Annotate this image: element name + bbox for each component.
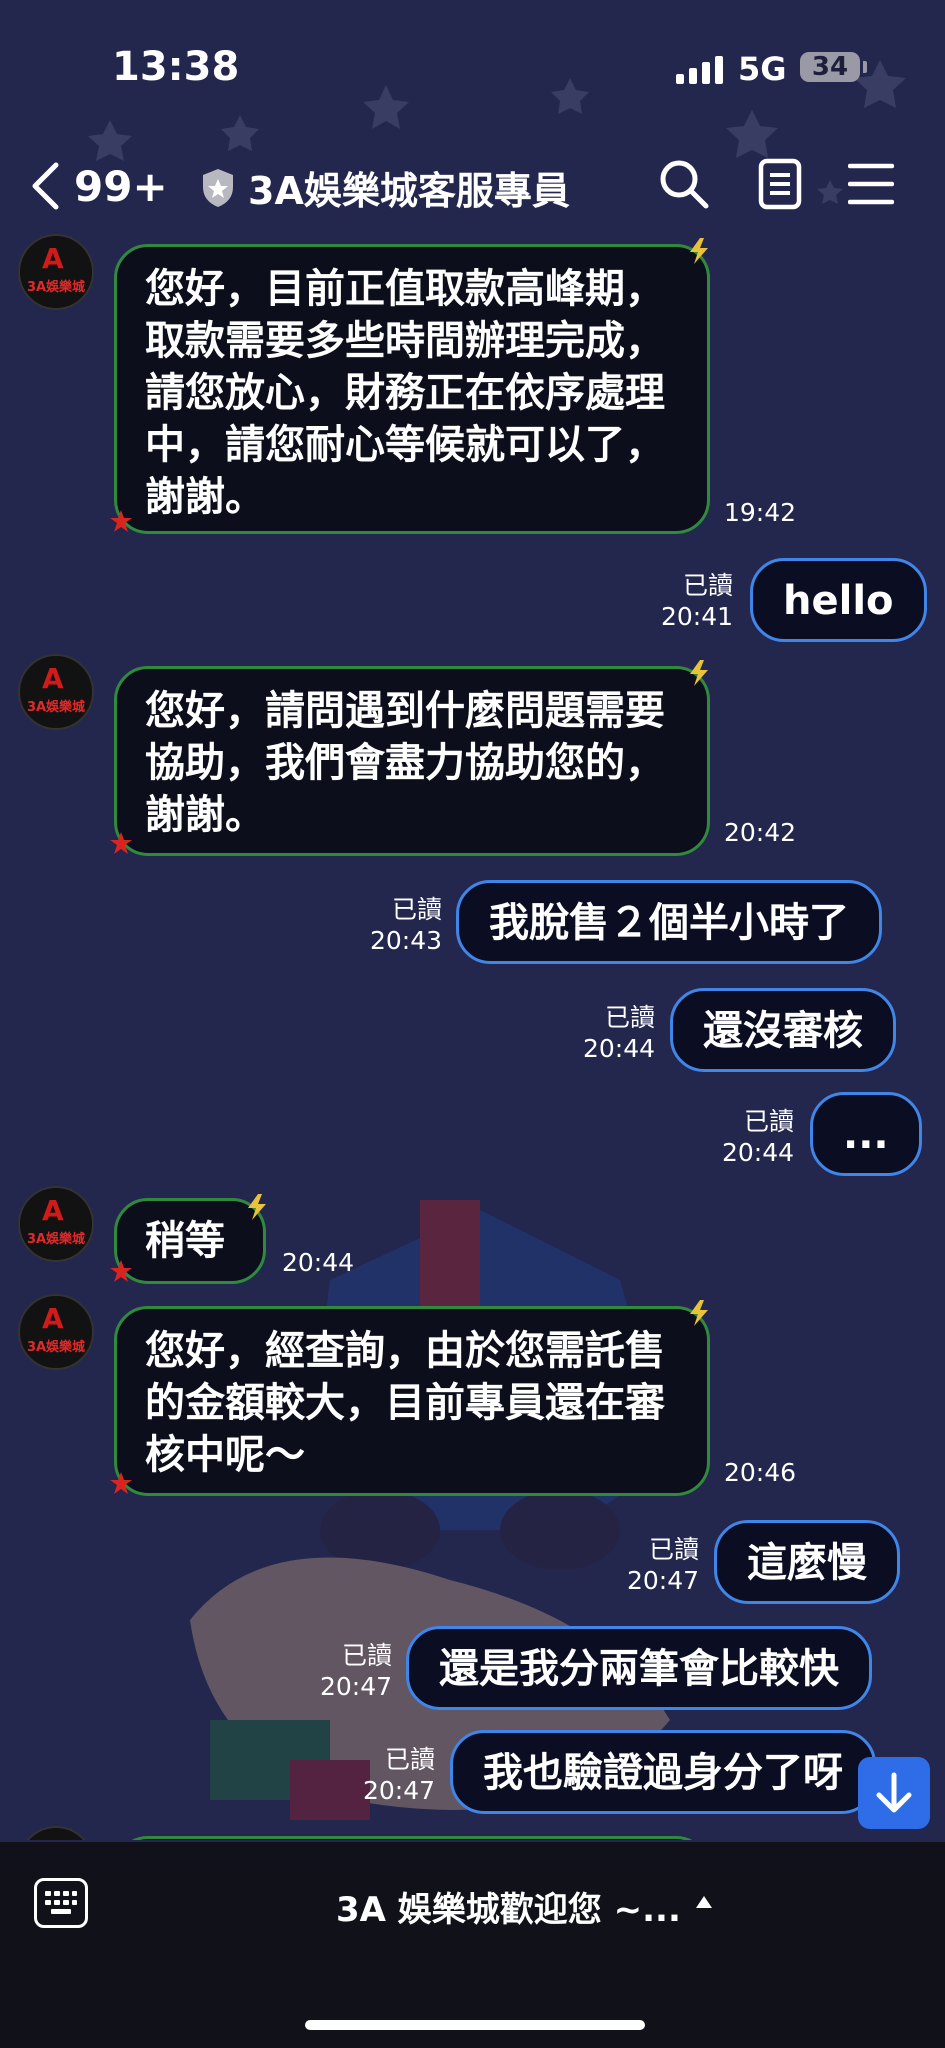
message-time: 19:42 xyxy=(724,498,797,527)
message-meta: 已讀 20:47 xyxy=(363,1744,435,1806)
message-meta: 已讀 20:43 xyxy=(370,894,442,956)
message-time: 20:43 xyxy=(369,926,442,955)
avatar-logo-mark: A xyxy=(42,1302,64,1335)
message-time: 20:47 xyxy=(319,1672,392,1701)
bottom-menu-bar: 3A 娛樂城歡迎您 ~... xyxy=(0,1842,945,2048)
read-receipt: 已讀 xyxy=(648,1535,699,1564)
message-bubble-incoming[interactable]: 稍等 xyxy=(114,1198,266,1284)
read-receipt: 已讀 xyxy=(384,1745,435,1774)
caret-up-icon[interactable] xyxy=(696,1896,712,1908)
lightning-icon xyxy=(690,660,708,686)
chat-header: 99+ 3A娛樂城客服專員 xyxy=(0,140,945,230)
avatar-logo-mark: A xyxy=(42,242,64,275)
chat-title-group[interactable]: 3A娛樂城客服專員 xyxy=(200,160,570,215)
message-time: 20:44 xyxy=(582,1034,655,1063)
read-receipt: 已讀 xyxy=(391,895,442,924)
avatar-logo-mark: A xyxy=(42,1194,64,1227)
read-receipt: 已讀 xyxy=(341,1641,392,1670)
message-bubble-incoming[interactable]: 您好，請問遇到什麼問題需要協助，我們會盡力協助您的，謝謝。 xyxy=(114,666,710,856)
message-bubble-outgoing[interactable]: 還是我分兩筆會比較快 xyxy=(406,1626,872,1710)
message-meta: 已讀 20:41 xyxy=(661,570,733,632)
lightning-icon xyxy=(248,1194,266,1220)
message-time: 20:46 xyxy=(724,1458,797,1487)
message-bubble-incoming[interactable]: 您好，目前正值取款高峰期，取款需要多些時間辦理完成，請您放心，財務正在依序處理中… xyxy=(114,244,710,534)
search-icon[interactable] xyxy=(658,158,710,210)
agent-avatar[interactable]: A 3A娛樂城 xyxy=(18,1186,94,1262)
red-flower-icon xyxy=(110,1472,132,1494)
red-flower-icon xyxy=(110,510,132,532)
message-bubble-outgoing[interactable]: 還沒審核 xyxy=(670,988,896,1072)
notes-icon[interactable] xyxy=(758,158,802,210)
battery-icon: 34 xyxy=(800,52,860,82)
message-time: 20:42 xyxy=(724,818,797,847)
home-indicator xyxy=(305,2020,645,2030)
message-bubble-outgoing[interactable]: hello xyxy=(750,558,927,642)
message-time: 20:44 xyxy=(721,1138,794,1167)
message-meta: 已讀 20:47 xyxy=(627,1534,699,1596)
avatar-label: 3A娛樂城 xyxy=(26,700,86,715)
red-flower-icon xyxy=(110,832,132,854)
unread-count: 99+ xyxy=(74,161,168,211)
message-bubble-outgoing[interactable]: 我脫售２個半小時了 xyxy=(456,880,882,964)
message-list[interactable]: A 3A娛樂城 您好，目前正值取款高峰期，取款需要多些時間辦理完成，請您放心，財… xyxy=(0,230,945,1840)
lightning-icon xyxy=(690,1300,708,1326)
rich-menu-label[interactable]: 3A 娛樂城歡迎您 ~... xyxy=(336,1882,681,1931)
chevron-left-icon xyxy=(32,162,59,210)
red-flower-icon xyxy=(110,1260,132,1282)
arrow-down-icon xyxy=(876,1772,912,1813)
avatar-label: 3A娛樂城 xyxy=(26,280,86,295)
message-bubble-outgoing[interactable]: ... xyxy=(810,1092,922,1176)
keyboard-button[interactable] xyxy=(34,1878,88,1928)
chat-title: 3A娛樂城客服專員 xyxy=(248,169,570,213)
signal-icon xyxy=(676,56,723,84)
agent-avatar[interactable]: A 3A娛樂城 xyxy=(18,654,94,730)
message-bubble-incoming[interactable]: 您好，經查詢，由於您需託售的金額較大，目前專員還在審核中呢～ xyxy=(114,1306,710,1496)
agent-avatar[interactable]: A xyxy=(18,1826,94,1840)
shield-icon xyxy=(203,168,233,207)
keyboard-icon xyxy=(45,1891,77,1914)
scroll-to-bottom-button[interactable] xyxy=(858,1757,930,1829)
menu-icon[interactable] xyxy=(848,162,894,206)
avatar-logo-mark: A xyxy=(42,662,64,695)
avatar-logo-mark: A xyxy=(42,1834,64,1840)
back-button[interactable]: 99+ xyxy=(30,158,168,214)
message-meta: 已讀 20:47 xyxy=(320,1640,392,1702)
avatar-label: 3A娛樂城 xyxy=(26,1340,86,1355)
message-time: 20:47 xyxy=(626,1566,699,1595)
agent-avatar[interactable]: A 3A娛樂城 xyxy=(18,1294,94,1370)
status-bar: 13:38 5G 34 xyxy=(0,0,945,140)
battery-cap xyxy=(863,61,867,73)
message-time: 20:41 xyxy=(660,602,733,631)
message-meta: 已讀 20:44 xyxy=(583,1002,655,1064)
read-receipt: 已讀 xyxy=(743,1107,794,1136)
status-time: 13:38 xyxy=(112,44,240,90)
lightning-icon xyxy=(690,238,708,264)
network-type: 5G xyxy=(738,50,787,88)
agent-avatar[interactable]: A 3A娛樂城 xyxy=(18,234,94,310)
message-bubble-incoming-partial[interactable] xyxy=(114,1836,710,1840)
message-bubble-outgoing[interactable]: 我也驗證過身分了呀 xyxy=(450,1730,876,1814)
message-bubble-outgoing[interactable]: 這麼慢 xyxy=(714,1520,900,1604)
read-receipt: 已讀 xyxy=(604,1003,655,1032)
message-meta: 已讀 20:44 xyxy=(722,1106,794,1168)
avatar-label: 3A娛樂城 xyxy=(26,1232,86,1247)
read-receipt: 已讀 xyxy=(682,571,733,600)
message-time: 20:44 xyxy=(282,1248,355,1277)
message-time: 20:47 xyxy=(362,1776,435,1805)
